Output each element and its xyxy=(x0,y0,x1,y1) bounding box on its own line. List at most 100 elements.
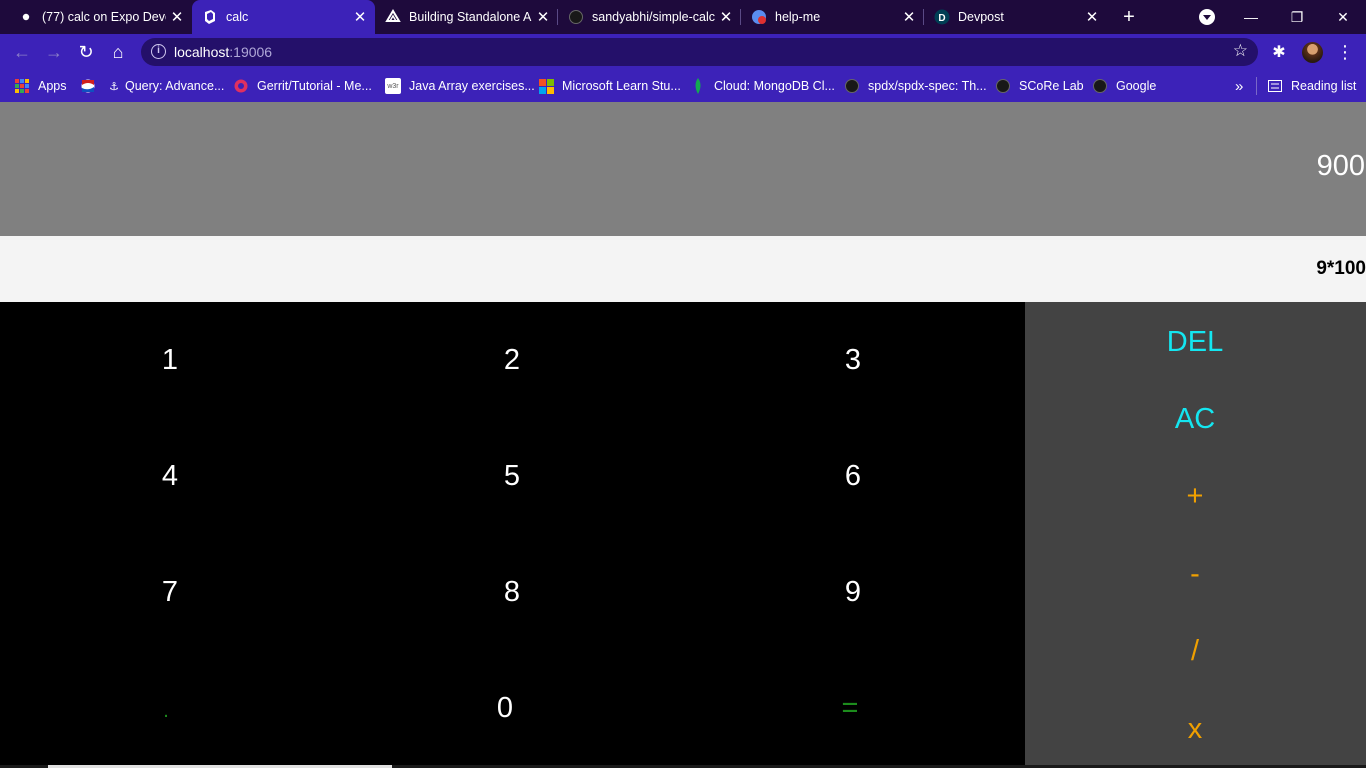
key-equals[interactable]: = xyxy=(842,692,859,725)
expression-value: 9*100 xyxy=(1316,258,1366,279)
microsoft-icon xyxy=(538,78,554,94)
close-tab-icon[interactable]: ✕ xyxy=(166,8,188,26)
bookmark-label: Query: Advance... xyxy=(125,79,225,93)
bookmark-label: Gerrit/Tutorial - Me... xyxy=(257,79,372,93)
tab-expo-dev[interactable]: (77) calc on Expo Deve ✕ xyxy=(0,0,192,34)
svg-text:D: D xyxy=(938,13,945,24)
result-value: 900 xyxy=(1316,150,1365,182)
menu-icon[interactable]: ⋮ xyxy=(1333,40,1357,64)
extensions-icon[interactable]: ✱ xyxy=(1267,40,1291,64)
more-bookmarks-button[interactable]: » xyxy=(1235,77,1243,95)
bookmark-label: Java Array exercises... xyxy=(409,79,535,93)
url-port: :19006 xyxy=(229,44,273,60)
tab-separator xyxy=(557,9,558,25)
subtract-button[interactable]: - xyxy=(1190,558,1200,591)
tab-help-me[interactable]: help-me ✕ xyxy=(741,0,924,34)
react-native-icon xyxy=(202,9,218,25)
bookmark-apps[interactable]: Apps xyxy=(14,77,67,95)
close-tab-icon[interactable]: ✕ xyxy=(349,8,371,26)
key-0[interactable]: 0 xyxy=(497,692,513,725)
github-icon xyxy=(1092,78,1108,94)
bookmark-star-icon[interactable]: ☆ xyxy=(1233,41,1248,61)
url-host: localhost xyxy=(174,44,230,60)
bookmark-query-advance[interactable]: ⚓ Query: Advance... xyxy=(106,77,224,95)
tab-separator xyxy=(923,9,924,25)
expo-dot-icon xyxy=(18,9,34,25)
close-tab-icon[interactable]: ✕ xyxy=(1081,8,1103,26)
devpost-icon: D xyxy=(934,9,950,25)
tab-title: (77) calc on Expo Deve xyxy=(42,10,166,24)
bookmark-pepsi[interactable] xyxy=(80,77,104,95)
close-tab-icon[interactable]: ✕ xyxy=(532,8,554,26)
key-6[interactable]: 6 xyxy=(845,460,861,493)
tab-building-standalone[interactable]: Building Standalone A ✕ xyxy=(375,0,558,34)
add-button[interactable]: + xyxy=(1187,480,1204,513)
url-text: localhost:19006 xyxy=(174,44,272,60)
bookmark-gerrit-tutorial[interactable]: Gerrit/Tutorial - Me... xyxy=(233,77,372,95)
delete-button[interactable]: DEL xyxy=(1167,326,1223,359)
restore-button[interactable]: ❐ xyxy=(1274,0,1320,34)
expo-icon xyxy=(385,9,401,25)
key-2[interactable]: 2 xyxy=(504,344,520,377)
bookmark-score-lab[interactable]: SCoRe Lab xyxy=(995,77,1084,95)
back-icon[interactable]: ← xyxy=(10,40,34,64)
multiply-button[interactable]: x xyxy=(1188,713,1203,746)
github-icon xyxy=(995,78,1011,94)
bookmark-label: Microsoft Learn Stu... xyxy=(562,79,681,93)
close-tab-icon[interactable]: ✕ xyxy=(898,8,920,26)
bookmark-spdx[interactable]: spdx/spdx-spec: Th... xyxy=(844,77,987,95)
bookmark-label: Apps xyxy=(38,79,67,93)
close-tab-icon[interactable]: ✕ xyxy=(715,8,737,26)
github-icon xyxy=(844,78,860,94)
key-1[interactable]: 1 xyxy=(162,344,178,377)
key-4[interactable]: 4 xyxy=(162,460,178,493)
result-display: 900 xyxy=(0,102,1366,236)
mongodb-leaf-icon xyxy=(690,78,706,94)
tab-search-icon[interactable] xyxy=(1199,9,1215,25)
address-bar[interactable]: i localhost:19006 ☆ xyxy=(141,38,1258,66)
pepsi-icon xyxy=(80,78,96,94)
operation-pad: DEL AC + - / x xyxy=(1025,302,1366,768)
notification-icon xyxy=(751,9,767,25)
bookmark-label: Google xyxy=(1116,79,1157,93)
reading-list-button[interactable]: Reading list xyxy=(1267,77,1356,95)
close-window-button[interactable]: ✕ xyxy=(1320,0,1366,34)
anchor-icon: ⚓ xyxy=(109,80,119,93)
tab-separator xyxy=(740,9,741,25)
key-8[interactable]: 8 xyxy=(504,576,520,609)
tab-title: calc xyxy=(226,10,249,24)
bookmark-label: Reading list xyxy=(1291,79,1357,93)
bookmarks-separator xyxy=(1256,77,1257,95)
key-9[interactable]: 9 xyxy=(845,576,861,609)
key-decimal[interactable]: . xyxy=(163,700,169,723)
tab-devpost[interactable]: D Devpost ✕ xyxy=(924,0,1107,34)
tab-calc[interactable]: calc ✕ xyxy=(192,0,375,34)
divide-button[interactable]: / xyxy=(1191,635,1199,668)
forward-icon[interactable]: → xyxy=(42,40,66,64)
reload-icon[interactable]: ↻ xyxy=(74,40,98,64)
w3resource-icon: w3r xyxy=(385,78,401,94)
bookmark-microsoft-learn[interactable]: Microsoft Learn Stu... xyxy=(538,77,681,95)
site-info-icon[interactable]: i xyxy=(151,44,166,59)
new-tab-button[interactable]: + xyxy=(1118,4,1140,30)
expression-display: 9*100 xyxy=(0,236,1366,302)
minimize-button[interactable]: — xyxy=(1228,0,1274,34)
number-pad: 1 2 3 4 5 6 7 8 9 . 0 = xyxy=(0,302,1025,768)
reading-list-icon xyxy=(1267,78,1283,94)
bookmark-java-array[interactable]: w3r Java Array exercises... xyxy=(385,77,535,95)
bookmarks-bar: Apps ⚓ Query: Advance... Gerrit/Tutorial… xyxy=(0,70,1366,102)
bookmark-google[interactable]: Google xyxy=(1092,77,1156,95)
profile-avatar[interactable] xyxy=(1302,42,1323,63)
tab-strip: (77) calc on Expo Deve ✕ calc ✕ Building… xyxy=(0,0,1366,34)
github-icon xyxy=(568,9,584,25)
all-clear-button[interactable]: AC xyxy=(1175,403,1215,436)
tab-github-repo[interactable]: sandyabhi/simple-calc ✕ xyxy=(558,0,741,34)
tab-title: help-me xyxy=(775,10,821,24)
tab-title: sandyabhi/simple-calc xyxy=(592,10,715,24)
key-7[interactable]: 7 xyxy=(162,576,178,609)
key-3[interactable]: 3 xyxy=(845,344,861,377)
bookmark-mongodb[interactable]: Cloud: MongoDB Cl... xyxy=(690,77,835,95)
gerrit-icon xyxy=(233,78,249,94)
key-5[interactable]: 5 xyxy=(504,460,520,493)
home-icon[interactable]: ⌂ xyxy=(106,40,130,64)
